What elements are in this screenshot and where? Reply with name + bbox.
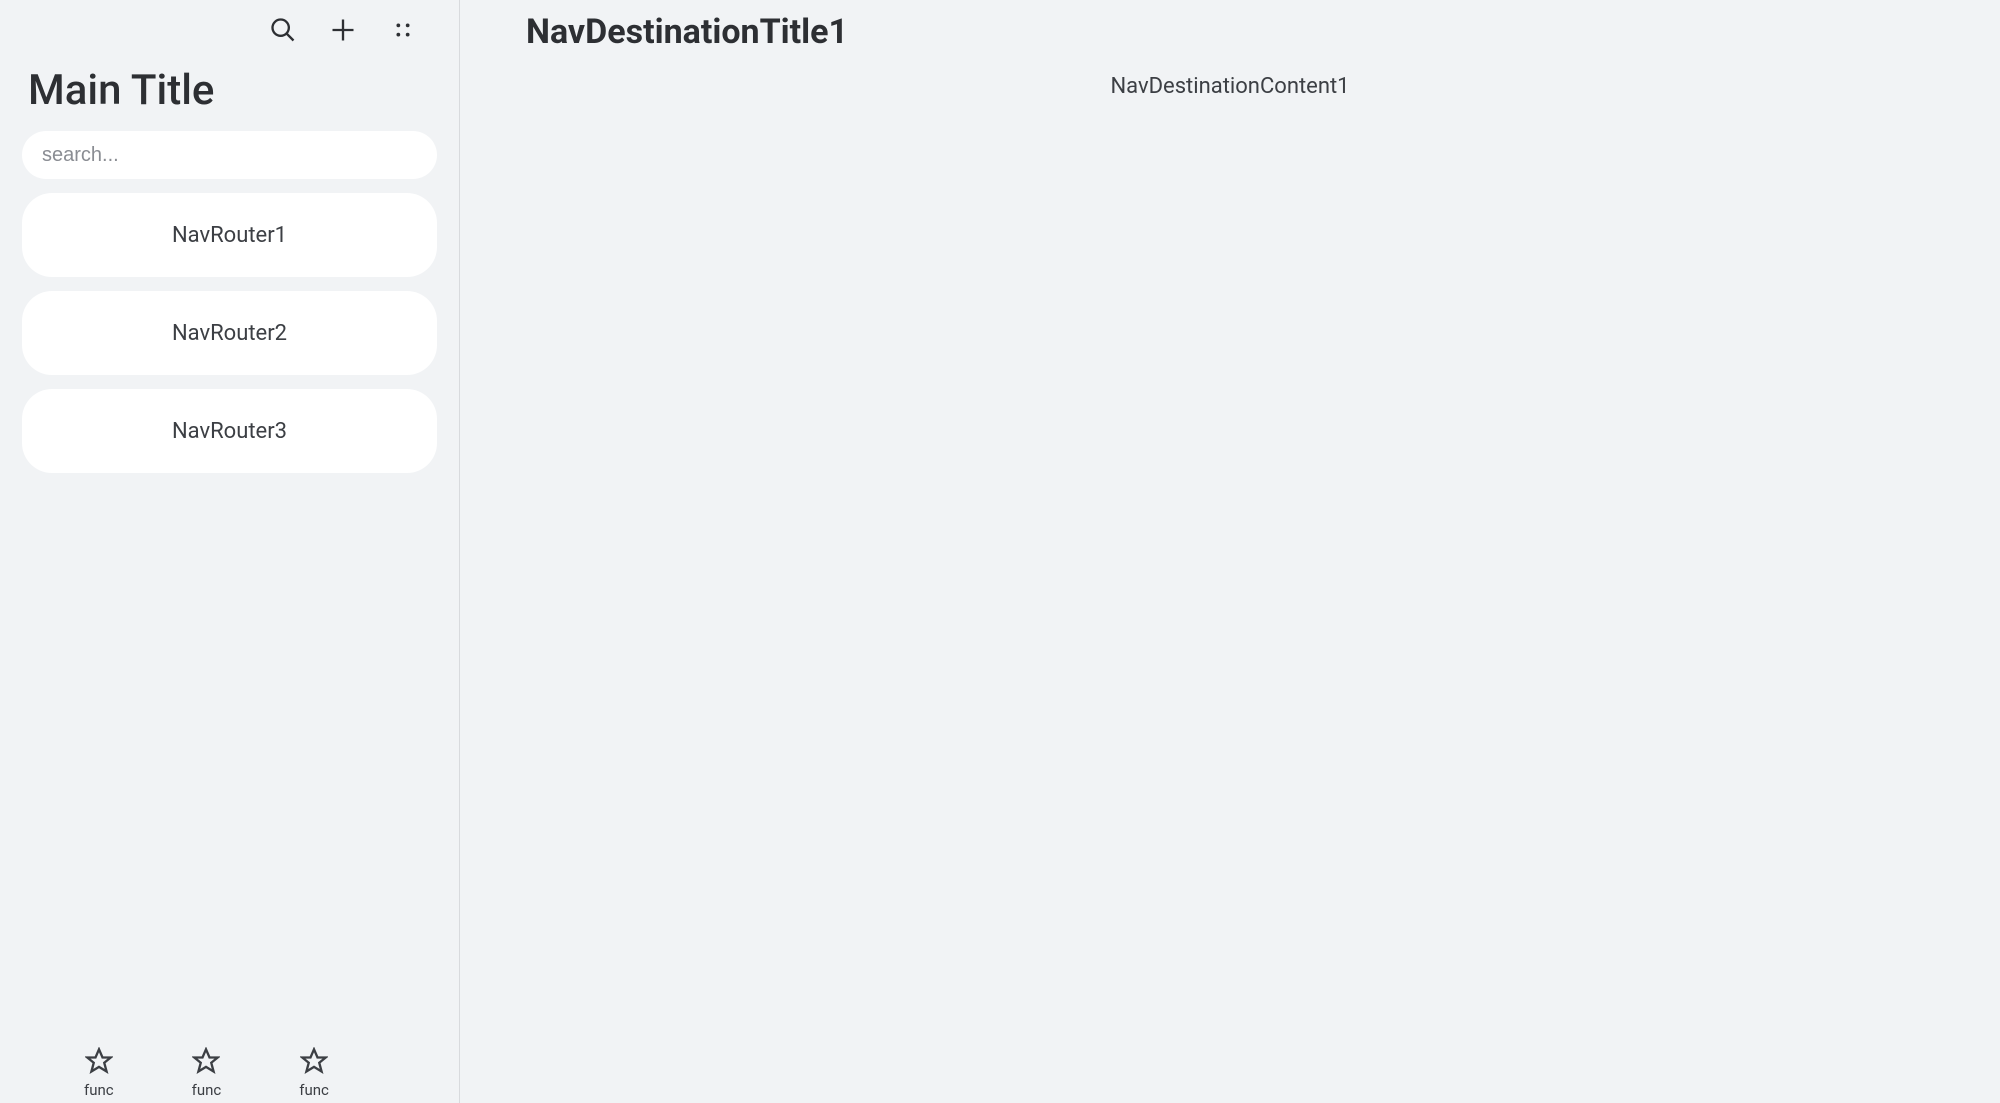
tab-label: func — [299, 1081, 329, 1099]
tab-item[interactable]: func — [84, 1047, 114, 1099]
star-icon — [192, 1047, 220, 1079]
star-icon — [85, 1047, 113, 1079]
nav-router-item[interactable]: NavRouter2 — [22, 291, 437, 375]
tab-label: func — [192, 1081, 222, 1099]
search-input[interactable] — [42, 144, 417, 167]
nav-router-label: NavRouter2 — [172, 321, 287, 346]
content-title: NavDestinationTitle1 — [460, 0, 2000, 52]
nav-list: NavRouter1 NavRouter2 NavRouter3 — [0, 193, 459, 473]
sidebar-spacer — [0, 473, 459, 1047]
star-icon — [300, 1047, 328, 1079]
sidebar: Main Title NavRouter1 NavRouter2 NavRout… — [0, 0, 460, 1103]
nav-router-item[interactable]: NavRouter1 — [22, 193, 437, 277]
tab-label: func — [84, 1081, 114, 1099]
tab-item[interactable]: func — [299, 1047, 329, 1099]
search-box[interactable] — [22, 131, 437, 179]
nav-router-item[interactable]: NavRouter3 — [22, 389, 437, 473]
content-body: NavDestinationContent1 — [460, 52, 2000, 99]
nav-router-label: NavRouter3 — [172, 419, 287, 444]
plus-icon[interactable] — [327, 14, 359, 46]
dots-icon[interactable] — [387, 14, 419, 46]
top-icon-bar — [0, 0, 459, 54]
bottom-tabs: func func func — [0, 1047, 459, 1103]
search-icon[interactable] — [267, 14, 299, 46]
tab-item[interactable]: func — [192, 1047, 222, 1099]
nav-router-label: NavRouter1 — [172, 223, 287, 248]
content-area: NavDestinationTitle1 NavDestinationConte… — [460, 0, 2000, 1103]
main-title: Main Title — [0, 54, 459, 125]
